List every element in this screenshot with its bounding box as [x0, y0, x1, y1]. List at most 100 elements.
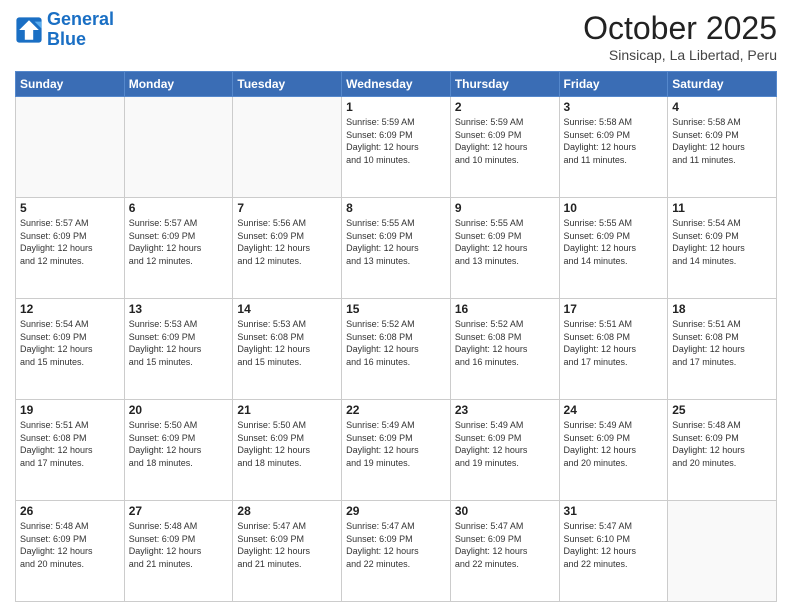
calendar-week-2: 12 Sunrise: 5:54 AM Sunset: 6:09 PM Dayli… — [16, 299, 777, 400]
day-info: Sunrise: 5:54 AM Sunset: 6:09 PM Dayligh… — [672, 217, 772, 267]
calendar-cell: 2Sunrise: 5:59 AM Sunset: 6:09 PM Daylig… — [450, 97, 559, 198]
logo-text: General Blue — [47, 10, 114, 50]
logo-line1: General — [47, 9, 114, 29]
day-number: 28 — [237, 504, 337, 518]
calendar-cell: 16Sunrise: 5:52 AM Sunset: 6:08 PM Dayli… — [450, 299, 559, 400]
day-info: Sunrise: 5:48 AM Sunset: 6:09 PM Dayligh… — [20, 520, 120, 570]
logo-icon — [15, 16, 43, 44]
header-sunday: Sunday — [16, 72, 125, 97]
day-number: 18 — [672, 302, 772, 316]
calendar-cell: 28Sunrise: 5:47 AM Sunset: 6:09 PM Dayli… — [233, 501, 342, 602]
day-info: Sunrise: 5:51 AM Sunset: 6:08 PM Dayligh… — [672, 318, 772, 368]
calendar-cell: 23 Sunrise: 5:49 AM Sunset: 6:09 PM Dayli… — [450, 400, 559, 501]
day-info: Sunrise: 5:55 AM Sunset: 6:09 PM Dayligh… — [346, 217, 446, 267]
day-number: 7 — [237, 201, 337, 215]
calendar-cell: 19 Sunrise: 5:51 AM Sunset: 6:08 PM Dayli… — [16, 400, 125, 501]
header-monday: Monday — [124, 72, 233, 97]
calendar-cell: 14 Sunrise: 5:53 AM Sunset: 6:08 PM Dayli… — [233, 299, 342, 400]
day-number: 9 — [455, 201, 555, 215]
day-info: Sunrise: 5:52 AM Sunset: 6:08 PM Dayligh… — [346, 318, 446, 368]
day-number: 11 — [672, 201, 772, 215]
day-number: 4 — [672, 100, 772, 114]
calendar-table: Sunday Monday Tuesday Wednesday Thursday… — [15, 71, 777, 602]
weekday-header-row: Sunday Monday Tuesday Wednesday Thursday… — [16, 72, 777, 97]
day-number: 14 — [237, 302, 337, 316]
day-number: 3 — [564, 100, 664, 114]
calendar-week-4: 26 Sunrise: 5:48 AM Sunset: 6:09 PM Dayli… — [16, 501, 777, 602]
day-info: Sunrise: 5:58 AM Sunset: 6:09 PM Dayligh… — [672, 116, 772, 166]
day-number: 30 — [455, 504, 555, 518]
day-info: Sunrise: 5:51 AM Sunset: 6:08 PM Dayligh… — [20, 419, 120, 469]
day-number: 10 — [564, 201, 664, 215]
month-title: October 2025 — [583, 10, 777, 47]
day-info: Sunrise: 5:47 AM Sunset: 6:09 PM Dayligh… — [346, 520, 446, 570]
day-number: 13 — [129, 302, 229, 316]
day-number: 8 — [346, 201, 446, 215]
day-info: Sunrise: 5:50 AM Sunset: 6:09 PM Dayligh… — [129, 419, 229, 469]
day-info: Sunrise: 5:49 AM Sunset: 6:09 PM Dayligh… — [455, 419, 555, 469]
day-info: Sunrise: 5:49 AM Sunset: 6:09 PM Dayligh… — [346, 419, 446, 469]
day-info: Sunrise: 5:59 AM Sunset: 6:09 PM Dayligh… — [346, 116, 446, 166]
day-info: Sunrise: 5:55 AM Sunset: 6:09 PM Dayligh… — [564, 217, 664, 267]
location: Sinsicap, La Libertad, Peru — [583, 47, 777, 63]
day-number: 12 — [20, 302, 120, 316]
day-info: Sunrise: 5:57 AM Sunset: 6:09 PM Dayligh… — [129, 217, 229, 267]
calendar-cell: 22Sunrise: 5:49 AM Sunset: 6:09 PM Dayli… — [342, 400, 451, 501]
day-info: Sunrise: 5:48 AM Sunset: 6:09 PM Dayligh… — [129, 520, 229, 570]
day-info: Sunrise: 5:54 AM Sunset: 6:09 PM Dayligh… — [20, 318, 120, 368]
calendar-cell: 27 Sunrise: 5:48 AM Sunset: 6:09 PM Dayli… — [124, 501, 233, 602]
day-info: Sunrise: 5:56 AM Sunset: 6:09 PM Dayligh… — [237, 217, 337, 267]
day-number: 31 — [564, 504, 664, 518]
day-number: 1 — [346, 100, 446, 114]
calendar-cell: 13 Sunrise: 5:53 AM Sunset: 6:09 PM Dayli… — [124, 299, 233, 400]
day-number: 23 — [455, 403, 555, 417]
day-info: Sunrise: 5:53 AM Sunset: 6:08 PM Dayligh… — [237, 318, 337, 368]
day-info: Sunrise: 5:55 AM Sunset: 6:09 PM Dayligh… — [455, 217, 555, 267]
day-number: 20 — [129, 403, 229, 417]
day-number: 24 — [564, 403, 664, 417]
day-info: Sunrise: 5:51 AM Sunset: 6:08 PM Dayligh… — [564, 318, 664, 368]
day-info: Sunrise: 5:47 AM Sunset: 6:09 PM Dayligh… — [455, 520, 555, 570]
header-friday: Friday — [559, 72, 668, 97]
calendar-cell: 20 Sunrise: 5:50 AM Sunset: 6:09 PM Dayli… — [124, 400, 233, 501]
day-number: 6 — [129, 201, 229, 215]
header-tuesday: Tuesday — [233, 72, 342, 97]
calendar-cell: 9 Sunrise: 5:55 AM Sunset: 6:09 PM Daylig… — [450, 198, 559, 299]
day-info: Sunrise: 5:53 AM Sunset: 6:09 PM Dayligh… — [129, 318, 229, 368]
calendar-cell: 21Sunrise: 5:50 AM Sunset: 6:09 PM Dayli… — [233, 400, 342, 501]
calendar-cell: 25 Sunrise: 5:48 AM Sunset: 6:09 PM Dayli… — [668, 400, 777, 501]
calendar-cell: 26 Sunrise: 5:48 AM Sunset: 6:09 PM Dayli… — [16, 501, 125, 602]
day-number: 26 — [20, 504, 120, 518]
calendar-cell: 6 Sunrise: 5:57 AM Sunset: 6:09 PM Daylig… — [124, 198, 233, 299]
day-info: Sunrise: 5:58 AM Sunset: 6:09 PM Dayligh… — [564, 116, 664, 166]
day-info: Sunrise: 5:57 AM Sunset: 6:09 PM Dayligh… — [20, 217, 120, 267]
logo: General Blue — [15, 10, 114, 50]
day-number: 15 — [346, 302, 446, 316]
calendar-cell: 8 Sunrise: 5:55 AM Sunset: 6:09 PM Daylig… — [342, 198, 451, 299]
page: General Blue October 2025 Sinsicap, La L… — [0, 0, 792, 612]
header-saturday: Saturday — [668, 72, 777, 97]
calendar-cell: 15 Sunrise: 5:52 AM Sunset: 6:08 PM Dayli… — [342, 299, 451, 400]
calendar-cell: 10 Sunrise: 5:55 AM Sunset: 6:09 PM Dayli… — [559, 198, 668, 299]
calendar-cell: 3 Sunrise: 5:58 AM Sunset: 6:09 PM Daylig… — [559, 97, 668, 198]
calendar-cell: 12 Sunrise: 5:54 AM Sunset: 6:09 PM Dayli… — [16, 299, 125, 400]
day-number: 19 — [20, 403, 120, 417]
title-block: October 2025 Sinsicap, La Libertad, Peru — [583, 10, 777, 63]
day-info: Sunrise: 5:48 AM Sunset: 6:09 PM Dayligh… — [672, 419, 772, 469]
calendar-week-3: 19 Sunrise: 5:51 AM Sunset: 6:08 PM Dayli… — [16, 400, 777, 501]
day-info: Sunrise: 5:49 AM Sunset: 6:09 PM Dayligh… — [564, 419, 664, 469]
day-number: 27 — [129, 504, 229, 518]
day-number: 25 — [672, 403, 772, 417]
header-wednesday: Wednesday — [342, 72, 451, 97]
calendar-cell: 29Sunrise: 5:47 AM Sunset: 6:09 PM Dayli… — [342, 501, 451, 602]
day-number: 16 — [455, 302, 555, 316]
day-info: Sunrise: 5:50 AM Sunset: 6:09 PM Dayligh… — [237, 419, 337, 469]
header: General Blue October 2025 Sinsicap, La L… — [15, 10, 777, 63]
day-info: Sunrise: 5:47 AM Sunset: 6:10 PM Dayligh… — [564, 520, 664, 570]
day-number: 17 — [564, 302, 664, 316]
calendar-cell: 30 Sunrise: 5:47 AM Sunset: 6:09 PM Dayli… — [450, 501, 559, 602]
calendar-cell: 17 Sunrise: 5:51 AM Sunset: 6:08 PM Dayli… — [559, 299, 668, 400]
calendar-cell: 5Sunrise: 5:57 AM Sunset: 6:09 PM Daylig… — [16, 198, 125, 299]
calendar-cell: 1 Sunrise: 5:59 AM Sunset: 6:09 PM Daylig… — [342, 97, 451, 198]
calendar-week-0: 1 Sunrise: 5:59 AM Sunset: 6:09 PM Daylig… — [16, 97, 777, 198]
